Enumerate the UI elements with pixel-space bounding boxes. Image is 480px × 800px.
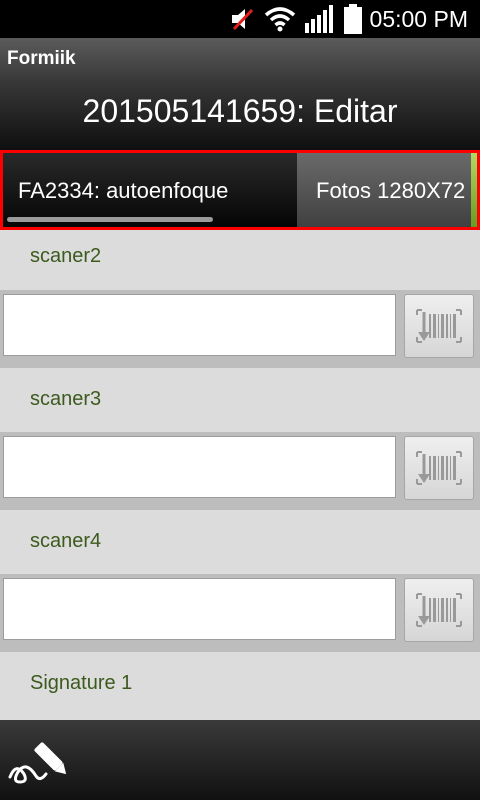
tab-scroll-indicator — [7, 217, 213, 222]
scan-button-scaner4[interactable] — [404, 578, 474, 642]
tab-bar: FA2334: autoenfoque Fotos 1280X72 — [0, 150, 480, 230]
scan-button-scaner2[interactable] — [404, 294, 474, 358]
tab-fotos[interactable]: Fotos 1280X72 — [297, 153, 477, 227]
status-bar: 05:00 PM — [0, 0, 480, 38]
wifi-icon — [264, 7, 296, 32]
scaner4-input[interactable] — [3, 578, 396, 640]
barcode-scan-icon — [416, 309, 462, 343]
field-label-scaner4: scaner4 — [30, 530, 102, 552]
scaner3-input[interactable] — [3, 436, 396, 498]
tab-label: Fotos 1280X72 — [316, 178, 466, 203]
scaner2-input[interactable] — [3, 294, 396, 356]
field-row-scaner2 — [0, 290, 480, 368]
status-time: 05:00 PM — [369, 6, 468, 32]
mute-icon — [232, 8, 254, 31]
header-bar: 201505141659: Editar — [0, 78, 480, 150]
tab-autoenfoque[interactable]: FA2334: autoenfoque — [3, 153, 297, 227]
field-label-signature: Signature 1 — [30, 672, 133, 694]
signature-bar — [0, 720, 480, 800]
field-label-scaner2: scaner2 — [30, 245, 102, 267]
tab-label: FA2334: autoenfoque — [18, 178, 229, 203]
barcode-scan-icon — [416, 593, 462, 627]
status-icons — [230, 4, 362, 34]
tab-strip: FA2334: autoenfoque Fotos 1280X72 — [3, 153, 477, 227]
field-row-scaner3 — [0, 432, 480, 510]
signature-button[interactable] — [0, 720, 90, 800]
signal-icon — [305, 5, 333, 33]
signature-pen-icon — [8, 742, 67, 784]
field-row-scaner4 — [0, 574, 480, 652]
page-title: 201505141659: Editar — [82, 93, 398, 129]
scan-button-scaner3[interactable] — [404, 436, 474, 500]
battery-icon — [344, 4, 362, 34]
app-title-bar: Formiik — [0, 38, 480, 78]
app-title: Formiik — [7, 48, 76, 69]
tab-edge-accent — [471, 153, 477, 227]
field-label-scaner3: scaner3 — [30, 388, 102, 410]
barcode-scan-icon — [416, 451, 462, 485]
